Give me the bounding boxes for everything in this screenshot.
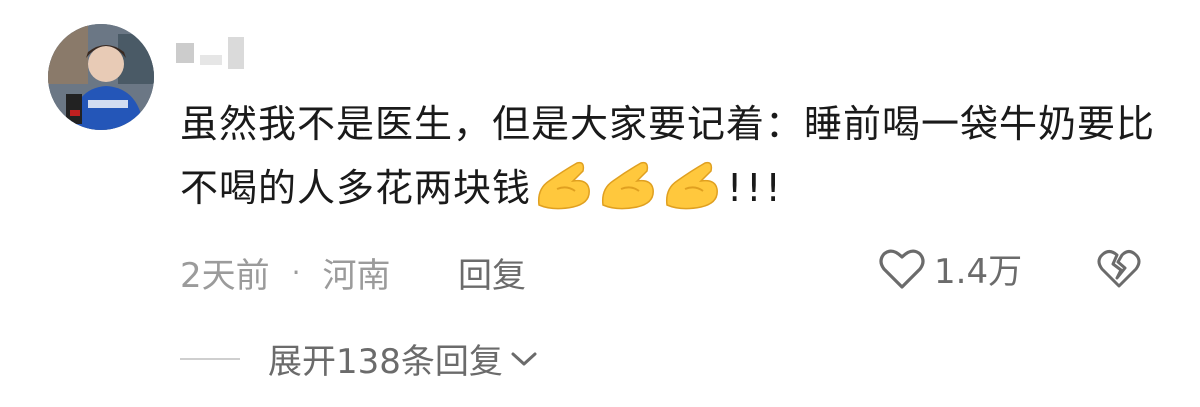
comment-time: 2天前 (180, 256, 270, 296)
dislike-button[interactable] (1096, 248, 1142, 294)
pinched-fingers-icon (601, 161, 654, 210)
broken-heart-icon (1097, 250, 1141, 288)
expand-replies-label: 展开138条回复 (268, 342, 503, 382)
emoji-run (533, 159, 721, 211)
divider-line (180, 357, 240, 360)
meta-separator: · (291, 256, 301, 289)
redacted-block (228, 37, 244, 69)
redacted-block (176, 43, 194, 63)
expand-replies-button[interactable]: 展开138条回复 (180, 334, 539, 383)
like-button[interactable]: 1.4万 (878, 244, 1022, 293)
like-count: 1.4万 (934, 252, 1023, 292)
avatar-image (48, 24, 154, 130)
comment-suffix: !!! (727, 166, 785, 210)
comment-meta: 2天前 · 河南 (180, 248, 391, 297)
pinched-fingers-icon (665, 161, 718, 210)
redacted-block (200, 55, 222, 65)
heart-outline-icon (879, 249, 925, 289)
avatar[interactable] (48, 24, 154, 130)
comment-location: 河南 (322, 256, 391, 296)
username-redacted[interactable] (176, 36, 244, 70)
chevron-down-icon (511, 352, 537, 365)
comment-text-block: 虽然我不是医生，但是大家要记着：睡前喝一袋牛奶要比不喝的人多花两块钱 !!! (180, 92, 1170, 220)
pinched-fingers-icon (537, 161, 590, 210)
reply-button[interactable]: 回复 (458, 248, 526, 297)
